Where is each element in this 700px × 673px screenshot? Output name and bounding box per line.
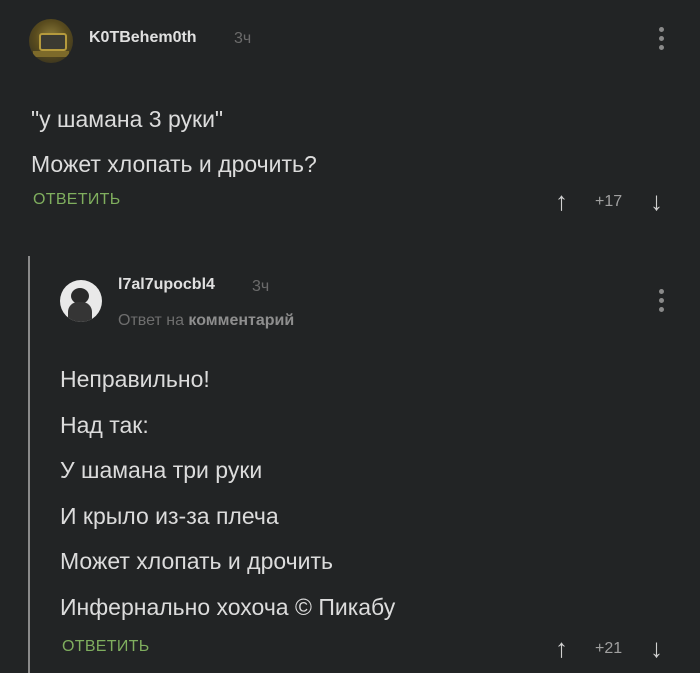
rating-score: +17 xyxy=(595,193,623,210)
downvote-arrow-icon[interactable]: ↓ xyxy=(650,635,663,661)
reply-to-info: Ответ на комментарий xyxy=(118,312,294,330)
rating-score: +21 xyxy=(595,640,623,657)
reply-button[interactable]: ОТВЕТИТЬ xyxy=(33,191,121,209)
comment-text: Неправильно! Над так: У шамана три руки … xyxy=(60,357,395,630)
more-vertical-icon[interactable] xyxy=(659,27,665,54)
comments-page: K0TBehem0th 3ч "у шамана 3 руки" Может х… xyxy=(0,0,700,673)
username[interactable]: l7al7upocbl4 xyxy=(118,276,215,294)
timestamp: 3ч xyxy=(252,278,270,295)
reply-to-prefix: Ответ на xyxy=(118,312,184,329)
avatar[interactable] xyxy=(29,19,73,63)
comment-line: Может хлопать и дрочить? xyxy=(31,151,317,177)
comment-text: "у шамана 3 руки" Может хлопать и дрочит… xyxy=(31,97,317,187)
comment-line: У шамана три руки xyxy=(60,457,263,483)
thread-line[interactable] xyxy=(28,256,30,673)
reply-to-link[interactable]: комментарий xyxy=(188,312,294,329)
comment-line: Неправильно! xyxy=(60,366,210,392)
comment-line: Может хлопать и дрочить xyxy=(60,548,333,574)
reply-button[interactable]: ОТВЕТИТЬ xyxy=(62,638,150,656)
more-vertical-icon[interactable] xyxy=(659,289,665,316)
avatar-image-detail xyxy=(33,51,69,57)
username[interactable]: K0TBehem0th xyxy=(89,29,197,47)
upvote-arrow-icon[interactable]: ↑ xyxy=(555,635,568,661)
avatar-image-detail xyxy=(39,33,67,51)
comment-line: Инфернально хохоча © Пикабу xyxy=(60,593,396,620)
timestamp: 3ч xyxy=(234,30,252,47)
avatar-image-detail xyxy=(68,302,92,322)
comment-line: "у шамана 3 руки" xyxy=(31,106,224,132)
comment-line: И крыло из-за плеча xyxy=(60,502,279,529)
downvote-arrow-icon[interactable]: ↓ xyxy=(650,188,663,214)
avatar[interactable] xyxy=(60,280,102,322)
upvote-arrow-icon[interactable]: ↑ xyxy=(555,188,568,214)
comment-line: Над так: xyxy=(60,411,149,438)
